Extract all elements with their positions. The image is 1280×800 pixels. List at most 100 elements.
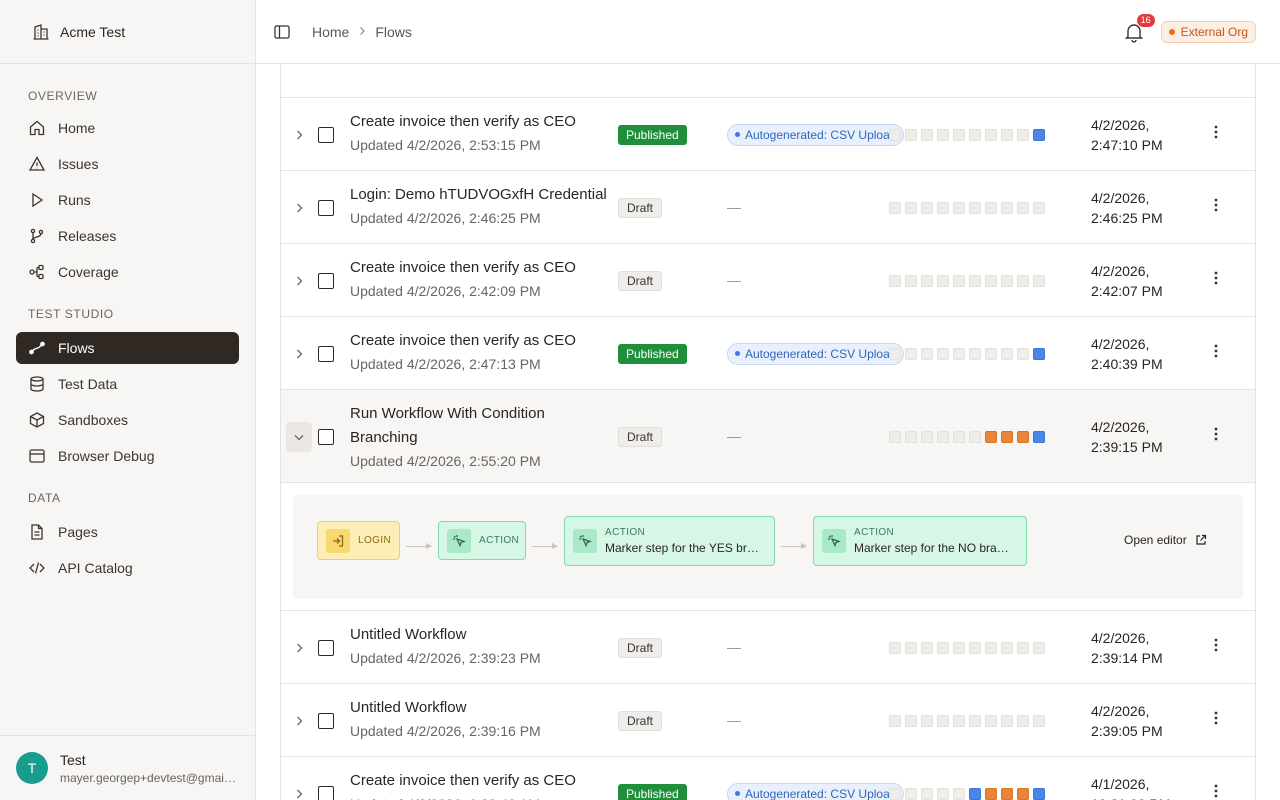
- run-status-square[interactable]: [1001, 641, 1013, 654]
- notifications-button[interactable]: 16: [1123, 13, 1155, 43]
- run-status-square[interactable]: [889, 430, 901, 443]
- run-status-square[interactable]: [889, 128, 901, 141]
- run-status-square[interactable]: [953, 430, 965, 443]
- run-status-square[interactable]: [921, 714, 933, 727]
- row-actions-button[interactable]: [1206, 784, 1226, 800]
- run-status-square[interactable]: [953, 714, 965, 727]
- run-status-square[interactable]: [953, 641, 965, 654]
- run-status-square[interactable]: [985, 128, 997, 141]
- action-step-node[interactable]: ACTION: [438, 521, 526, 560]
- chevron-right-icon[interactable]: [286, 193, 312, 223]
- run-status-square[interactable]: [1033, 641, 1045, 654]
- external-org-badge[interactable]: External Org: [1160, 20, 1256, 43]
- sidebar-item-pages[interactable]: Pages: [16, 516, 239, 548]
- run-status-square[interactable]: [985, 787, 997, 800]
- sidebar-item-runs[interactable]: Runs: [16, 184, 239, 216]
- row-checkbox[interactable]: [318, 639, 334, 656]
- open-editor-link[interactable]: Open editor: [1124, 533, 1207, 547]
- sidebar-item-home[interactable]: Home: [16, 112, 239, 144]
- run-status-square[interactable]: [921, 201, 933, 214]
- flow-title[interactable]: Create invoice then verify as CEO: [350, 329, 612, 353]
- run-status-square[interactable]: [985, 201, 997, 214]
- run-status-square[interactable]: [953, 787, 965, 800]
- breadcrumb-home[interactable]: Home: [312, 24, 349, 40]
- run-status-square[interactable]: [1033, 347, 1045, 360]
- run-status-square[interactable]: [889, 201, 901, 214]
- run-status-square[interactable]: [1001, 274, 1013, 287]
- flow-title-cell[interactable]: Create invoice then verify as CEO Update…: [350, 329, 612, 374]
- flow-title-cell[interactable]: Login: Demo hTUDVOGxfH Credential Update…: [350, 183, 612, 228]
- run-status-square[interactable]: [969, 641, 981, 654]
- sidebar-item-issues[interactable]: Issues: [16, 148, 239, 180]
- run-status-square[interactable]: [969, 787, 981, 800]
- run-status-square[interactable]: [937, 201, 949, 214]
- run-status-square[interactable]: [937, 641, 949, 654]
- row-actions-button[interactable]: [1206, 711, 1226, 731]
- flow-title-cell[interactable]: Create invoice then verify as CEO Update…: [350, 110, 612, 155]
- sidebar-item-flows[interactable]: Flows: [16, 332, 239, 364]
- row-checkbox[interactable]: [318, 712, 334, 729]
- run-status-square[interactable]: [889, 347, 901, 360]
- chevron-right-icon[interactable]: [286, 120, 312, 150]
- run-status-square[interactable]: [921, 787, 933, 800]
- run-status-square[interactable]: [1017, 128, 1029, 141]
- chevron-right-icon[interactable]: [286, 339, 312, 369]
- run-status-square[interactable]: [937, 128, 949, 141]
- run-status-square[interactable]: [1033, 787, 1045, 800]
- flow-title[interactable]: Untitled Workflow: [350, 696, 612, 720]
- row-actions-button[interactable]: [1206, 427, 1226, 447]
- user-menu[interactable]: T Test mayer.georgep+devtest@gmail.com: [0, 735, 255, 800]
- sidebar-item-browser-debug[interactable]: Browser Debug: [16, 440, 239, 472]
- run-status-square[interactable]: [905, 641, 917, 654]
- table-row[interactable]: Create invoice then verify as CEO Update…: [281, 317, 1255, 390]
- table-row[interactable]: 4/2/2026,: [281, 64, 1255, 98]
- run-status-square[interactable]: [1001, 347, 1013, 360]
- sidebar-item-coverage[interactable]: Coverage: [16, 256, 239, 288]
- row-actions-button[interactable]: [1206, 271, 1226, 291]
- flow-title-cell[interactable]: Untitled Workflow Updated 4/2/2026, 2:39…: [350, 623, 612, 668]
- run-status-square[interactable]: [953, 274, 965, 287]
- flow-title[interactable]: Login: Demo hTUDVOGxfH Credential: [350, 183, 612, 207]
- run-status-square[interactable]: [1017, 430, 1029, 443]
- flow-title[interactable]: Create invoice then verify as CEO: [350, 110, 612, 134]
- action-step-node-no-branch[interactable]: ACTION Marker step for the NO branch: [813, 516, 1027, 566]
- table-row[interactable]: Run Workflow With Condition Branching Up…: [281, 390, 1255, 483]
- login-step-node[interactable]: LOGIN: [317, 521, 400, 560]
- run-status-square[interactable]: [969, 430, 981, 443]
- flow-title[interactable]: Untitled Workflow: [350, 623, 612, 647]
- chevron-right-icon[interactable]: [286, 633, 312, 663]
- table-row[interactable]: Untitled Workflow Updated 4/2/2026, 2:39…: [281, 611, 1255, 684]
- sidebar-item-api-catalog[interactable]: API Catalog: [16, 552, 239, 584]
- run-status-square[interactable]: [1033, 714, 1045, 727]
- row-actions-button[interactable]: [1206, 344, 1226, 364]
- flow-title-cell[interactable]: Create invoice then verify as CEO Update…: [350, 256, 612, 301]
- chevron-down-icon[interactable]: [286, 421, 312, 452]
- run-status-square[interactable]: [1001, 430, 1013, 443]
- run-status-square[interactable]: [953, 347, 965, 360]
- run-status-square[interactable]: [921, 347, 933, 360]
- flow-title[interactable]: Create invoice then verify as CEO: [350, 256, 612, 280]
- chevron-right-icon[interactable]: [286, 779, 312, 800]
- run-status-square[interactable]: [953, 128, 965, 141]
- sidebar-item-sandboxes[interactable]: Sandboxes: [16, 404, 239, 436]
- run-status-square[interactable]: [905, 787, 917, 800]
- flow-title[interactable]: Run Workflow With Condition Branching: [350, 402, 612, 450]
- run-status-square[interactable]: [969, 128, 981, 141]
- row-checkbox[interactable]: [318, 785, 334, 800]
- run-status-square[interactable]: [905, 128, 917, 141]
- flow-title-cell[interactable]: Untitled Workflow Updated 4/2/2026, 2:39…: [350, 696, 612, 741]
- org-switcher[interactable]: Acme Test: [0, 0, 255, 64]
- run-status-square[interactable]: [1017, 347, 1029, 360]
- run-status-square[interactable]: [905, 430, 917, 443]
- sidebar-item-test-data[interactable]: Test Data: [16, 368, 239, 400]
- table-row[interactable]: Login: Demo hTUDVOGxfH Credential Update…: [281, 171, 1255, 244]
- table-row[interactable]: Create invoice then verify as CEO Update…: [281, 757, 1255, 800]
- run-status-square[interactable]: [1001, 714, 1013, 727]
- run-status-square[interactable]: [905, 714, 917, 727]
- run-status-square[interactable]: [921, 641, 933, 654]
- row-checkbox[interactable]: [318, 272, 334, 289]
- run-status-square[interactable]: [905, 274, 917, 287]
- row-checkbox[interactable]: [318, 345, 334, 362]
- table-row[interactable]: Create invoice then verify as CEO Update…: [281, 98, 1255, 171]
- run-status-square[interactable]: [985, 347, 997, 360]
